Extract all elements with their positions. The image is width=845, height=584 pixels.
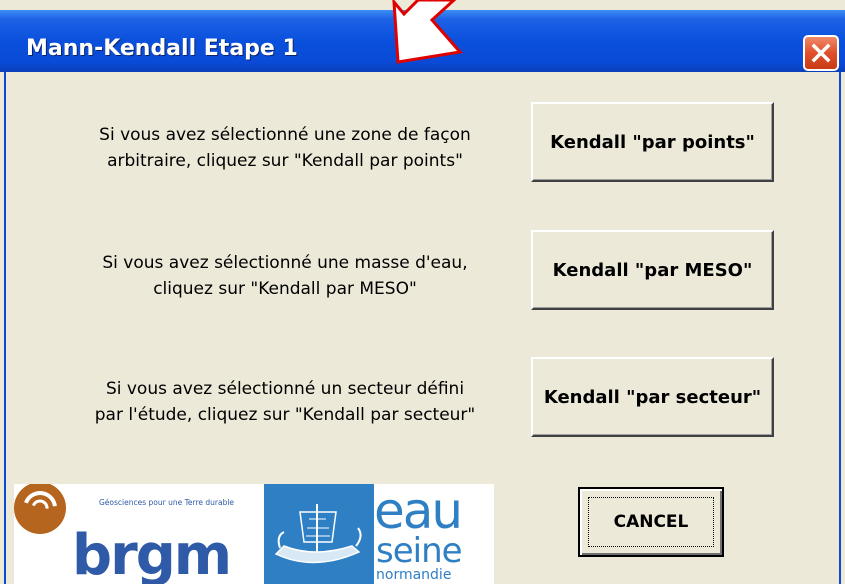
instruction-line: arbitraire, cliquez sur "Kendall par poi…: [107, 151, 463, 171]
brgm-wordmark: brgm: [72, 523, 230, 584]
dialog-window: Mann-Kendall Etape 1 Si vous avez sélect…: [0, 0, 845, 584]
close-button[interactable]: [803, 35, 839, 71]
button-label: Kendall "par secteur": [543, 386, 762, 408]
seine-wordmark: seine: [376, 531, 462, 571]
cancel-button[interactable]: CANCEL: [578, 487, 724, 557]
instruction-line: cliquez sur "Kendall par MESO": [153, 279, 417, 299]
window-title: Mann-Kendall Etape 1: [26, 36, 298, 61]
brgm-tagline: Géosciences pour une Terre durable: [99, 498, 234, 507]
instruction-meso: Si vous avez sélectionné une masse d'eau…: [60, 250, 510, 302]
close-icon: [811, 43, 831, 63]
instruction-line: Si vous avez sélectionné un secteur défi…: [105, 379, 465, 399]
kendall-meso-button[interactable]: Kendall "par MESO": [531, 230, 774, 310]
focus-rect: [588, 497, 714, 547]
button-label: Kendall "par points": [550, 131, 755, 153]
normandie-wordmark: normandie: [376, 567, 451, 583]
instruction-secteur: Si vous avez sélectionné un secteur défi…: [55, 376, 515, 428]
instruction-points: Si vous avez sélectionné une zone de faç…: [60, 122, 510, 174]
brgm-logo: Géosciences pour une Terre durable brgm: [14, 484, 264, 584]
button-label: Kendall "par MESO": [552, 259, 753, 281]
instruction-line: par l'étude, cliquez sur "Kendall par se…: [94, 405, 476, 425]
eau-seine-normandie-logo: eau seine normandie: [262, 484, 494, 584]
logos-banner: Géosciences pour une Terre durable brgm …: [14, 484, 494, 584]
title-bar[interactable]: Mann-Kendall Etape 1: [0, 10, 845, 72]
kendall-points-button[interactable]: Kendall "par points": [531, 102, 774, 182]
instruction-line: Si vous avez sélectionné une zone de faç…: [99, 125, 471, 145]
instruction-line: Si vous avez sélectionné une masse d'eau…: [102, 253, 468, 273]
kendall-secteur-button[interactable]: Kendall "par secteur": [531, 357, 774, 437]
